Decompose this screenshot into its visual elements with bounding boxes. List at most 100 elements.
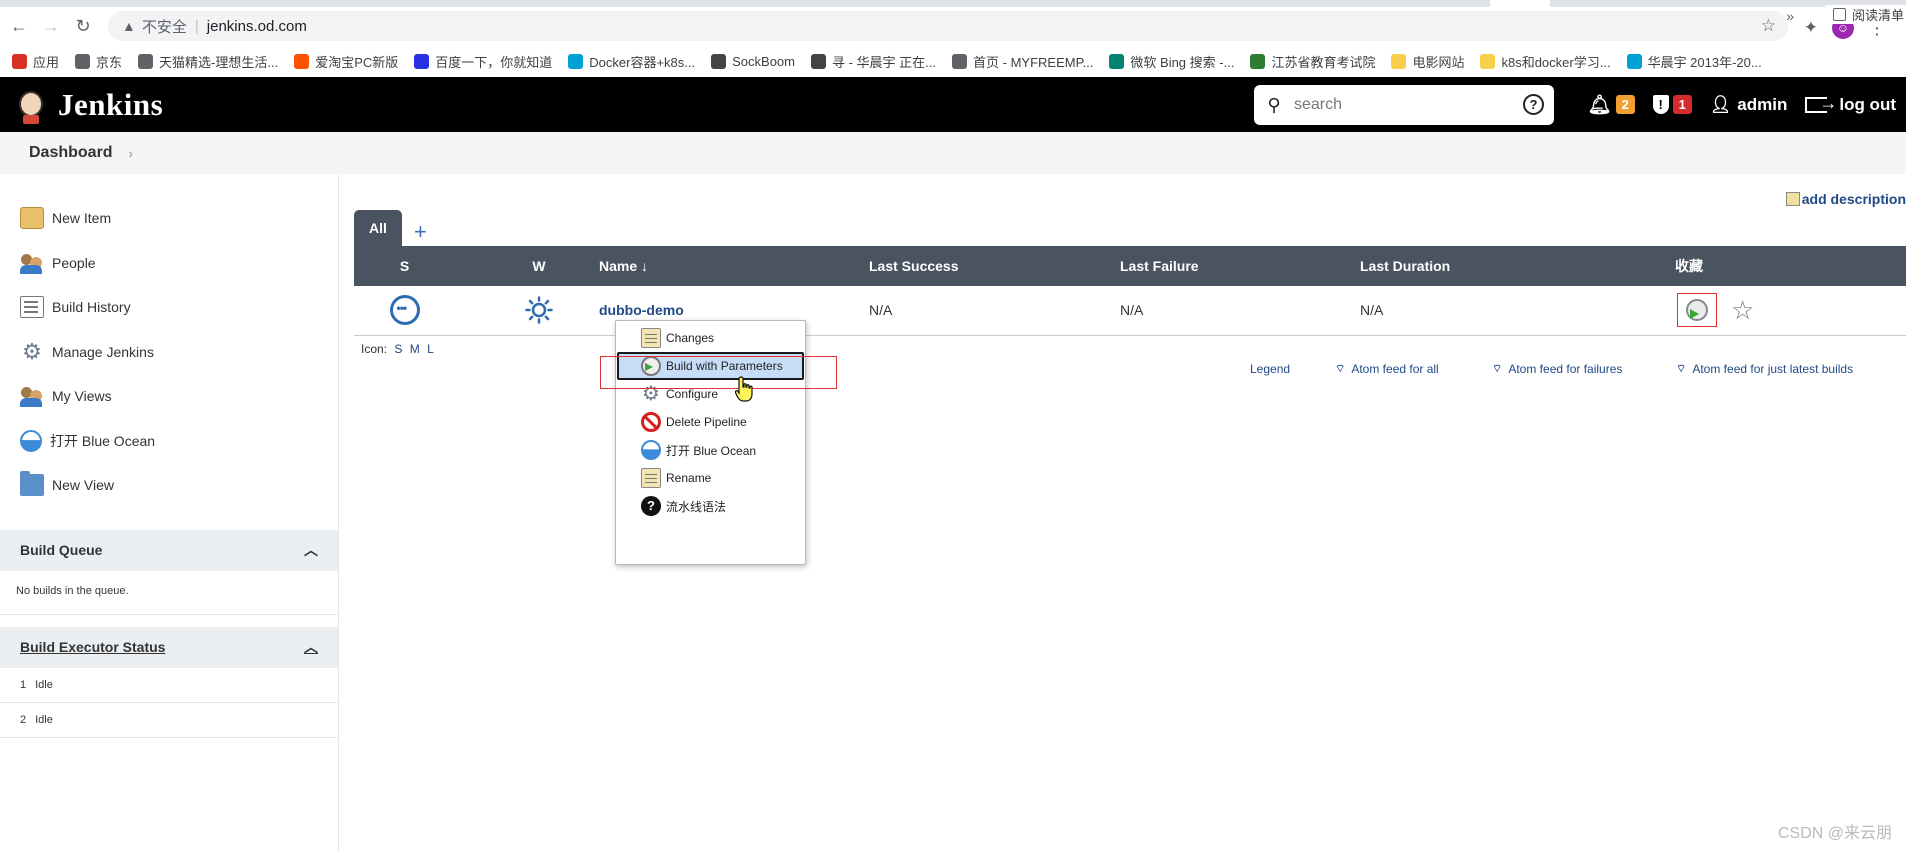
- sidebar-item-build-history[interactable]: Build History: [0, 285, 338, 330]
- col-name[interactable]: Name ↓: [599, 246, 869, 286]
- url-text[interactable]: jenkins.od.com: [207, 18, 307, 35]
- col-status[interactable]: S: [354, 246, 479, 286]
- chevron-right-icon[interactable]: ›: [129, 146, 133, 161]
- executor-status-header[interactable]: Build Executor Status ︿: [0, 626, 338, 668]
- favorite-star-icon[interactable]: ☆: [1731, 295, 1754, 326]
- bookmark-item[interactable]: 电影网站: [1391, 52, 1464, 71]
- menu-item[interactable]: 打开 Blue Ocean: [616, 435, 807, 465]
- search-input[interactable]: [1294, 96, 1504, 114]
- bookmark-item[interactable]: 天猫精选-理想生活...: [138, 52, 278, 71]
- col-favorite[interactable]: 收藏: [1675, 246, 1906, 286]
- chevron-up-icon[interactable]: ︿: [304, 540, 318, 560]
- reading-list[interactable]: 阅读清单: [1824, 5, 1906, 24]
- sidebar-item-blue-ocean[interactable]: 打开 Blue Ocean: [0, 419, 338, 464]
- col-weather[interactable]: W: [479, 246, 599, 286]
- table-row: dubbo-demo N/A N/A N/A ☆: [354, 286, 1906, 336]
- row-actions: ☆: [1675, 293, 1906, 328]
- bookmark-star-icon[interactable]: ☆: [1761, 16, 1776, 36]
- sidebar-item-label: Manage Jenkins: [52, 343, 154, 360]
- executor-row: 1 Idle: [0, 668, 338, 703]
- executor-list: 1 Idle 2 Idle: [0, 668, 338, 738]
- add-description-link[interactable]: add description: [1785, 191, 1906, 207]
- schedule-build-button[interactable]: [1677, 293, 1717, 328]
- sun-icon[interactable]: [525, 296, 553, 324]
- logout-link[interactable]: log out: [1805, 93, 1896, 115]
- sidebar-item-my-views[interactable]: My Views: [0, 374, 338, 419]
- bilibili-icon: [568, 53, 584, 69]
- breadcrumb-dashboard[interactable]: Dashboard: [29, 144, 113, 162]
- executor-status-title[interactable]: Build Executor Status: [20, 639, 165, 655]
- icon-size-s[interactable]: S: [394, 342, 402, 356]
- baidu-icon: [414, 53, 430, 69]
- build-clock-icon: [1686, 299, 1708, 322]
- menu-item[interactable]: Delete Pipeline: [616, 407, 807, 437]
- hand-cursor-icon: [735, 376, 753, 402]
- security-button[interactable]: ! 1: [1652, 95, 1692, 114]
- status-pending-icon[interactable]: [389, 295, 420, 326]
- blue-ocean-icon: [641, 440, 661, 460]
- chevron-up-icon[interactable]: ︿: [304, 637, 318, 657]
- sidebar-item-label: 打开 Blue Ocean: [50, 432, 156, 449]
- back-icon[interactable]: ←: [6, 13, 32, 39]
- build-queue-header[interactable]: Build Queue ︿: [0, 529, 338, 571]
- feed-all-link[interactable]: ⌔ Atom feed for all: [1335, 362, 1439, 376]
- reading-list-icon: [1832, 8, 1846, 21]
- menu-item-label: Delete Pipeline: [666, 415, 747, 429]
- address-bar[interactable]: ▲ 不安全 | jenkins.od.com ☆: [108, 11, 1788, 41]
- sidebar-item-manage-jenkins[interactable]: ⚙ Manage Jenkins: [0, 330, 338, 375]
- bookmark-item[interactable]: 江苏省教育考试院: [1250, 52, 1375, 71]
- sidebar-item-people[interactable]: People: [0, 241, 338, 286]
- extensions-icon[interactable]: ✦: [1804, 18, 1818, 38]
- bookmark-item[interactable]: 华晨宇 2013年-20...: [1626, 52, 1762, 71]
- tab-all[interactable]: All: [354, 210, 402, 246]
- watermark: CSDN @来云朋: [1777, 825, 1892, 842]
- new-item-icon: [20, 207, 44, 230]
- build-queue-empty: No builds in the queue.: [0, 571, 338, 615]
- add-view-button[interactable]: +: [414, 218, 427, 246]
- forward-icon[interactable]: →: [38, 13, 64, 39]
- bookmark-item[interactable]: 首页 - MYFREEMP...: [952, 52, 1093, 71]
- jobs-table-header: S W Name ↓ Last Success Last Failure Las…: [354, 246, 1906, 286]
- col-last-success[interactable]: Last Success: [869, 246, 1120, 286]
- bookmarks-more-icon[interactable]: »: [1786, 8, 1794, 24]
- menu-item-label: Configure: [666, 387, 719, 401]
- last-failure-cell: N/A: [1120, 286, 1360, 336]
- bookmark-item[interactable]: 京东: [75, 52, 122, 71]
- icon-size-m[interactable]: M: [410, 342, 420, 356]
- notifications-button[interactable]: 🔔︎ 2: [1588, 93, 1635, 117]
- rss-icon: ⌔: [1676, 363, 1687, 375]
- bookmark-item[interactable]: k8s和docker学习...: [1480, 52, 1611, 71]
- rss-icon: ⌔: [1492, 363, 1503, 375]
- sidebar-item-label: People: [52, 254, 96, 271]
- icon-size-l[interactable]: L: [427, 342, 434, 356]
- bookmark-item[interactable]: 寻 - 华晨宇 正在...: [811, 52, 936, 71]
- menu-item[interactable]: ? 流水线语法: [616, 491, 807, 521]
- help-icon[interactable]: ?: [1523, 94, 1544, 115]
- screen: ← → ↻ ▲ 不安全 | jenkins.od.com ☆ ✦ ☺ ⋮ 应用 京…: [0, 0, 1906, 851]
- bookmark-item[interactable]: SockBoom: [711, 53, 795, 69]
- user-name: admin: [1737, 94, 1788, 114]
- col-last-failure[interactable]: Last Failure: [1120, 246, 1360, 286]
- menu-item[interactable]: Rename: [616, 463, 807, 493]
- bookmark-item[interactable]: Docker容器+k8s...: [568, 52, 695, 71]
- sidebar-item-new-item[interactable]: New Item: [0, 196, 338, 241]
- bookmark-label: 寻 - 华晨宇 正在...: [832, 54, 937, 70]
- security-label[interactable]: 不安全: [142, 16, 187, 37]
- bookmark-item[interactable]: 应用: [12, 52, 59, 71]
- feed-failures-link[interactable]: ⌔ Atom feed for failures: [1492, 362, 1622, 376]
- legend-link[interactable]: Legend: [1250, 362, 1290, 376]
- reload-icon[interactable]: ↻: [70, 13, 96, 39]
- col-last-duration[interactable]: Last Duration: [1360, 246, 1675, 286]
- bookmark-item[interactable]: 爱淘宝PC新版: [294, 52, 398, 71]
- sidebar-item-new-view[interactable]: New View: [0, 463, 338, 508]
- menu-item[interactable]: Changes: [616, 323, 807, 353]
- bookmark-item[interactable]: 百度一下，你就知道: [414, 52, 552, 71]
- feed-latest-link[interactable]: ⌔ Atom feed for just latest builds: [1676, 362, 1853, 376]
- music-icon: [811, 53, 826, 69]
- bookmark-item[interactable]: 微软 Bing 搜索 -...: [1109, 52, 1234, 71]
- jenkins-logo[interactable]: Jenkins: [14, 85, 163, 125]
- active-tab[interactable]: [1490, 0, 1550, 7]
- job-link[interactable]: dubbo-demo: [599, 302, 684, 318]
- notepad-icon: [641, 328, 661, 348]
- user-link[interactable]: 👤︎ admin: [1710, 95, 1788, 115]
